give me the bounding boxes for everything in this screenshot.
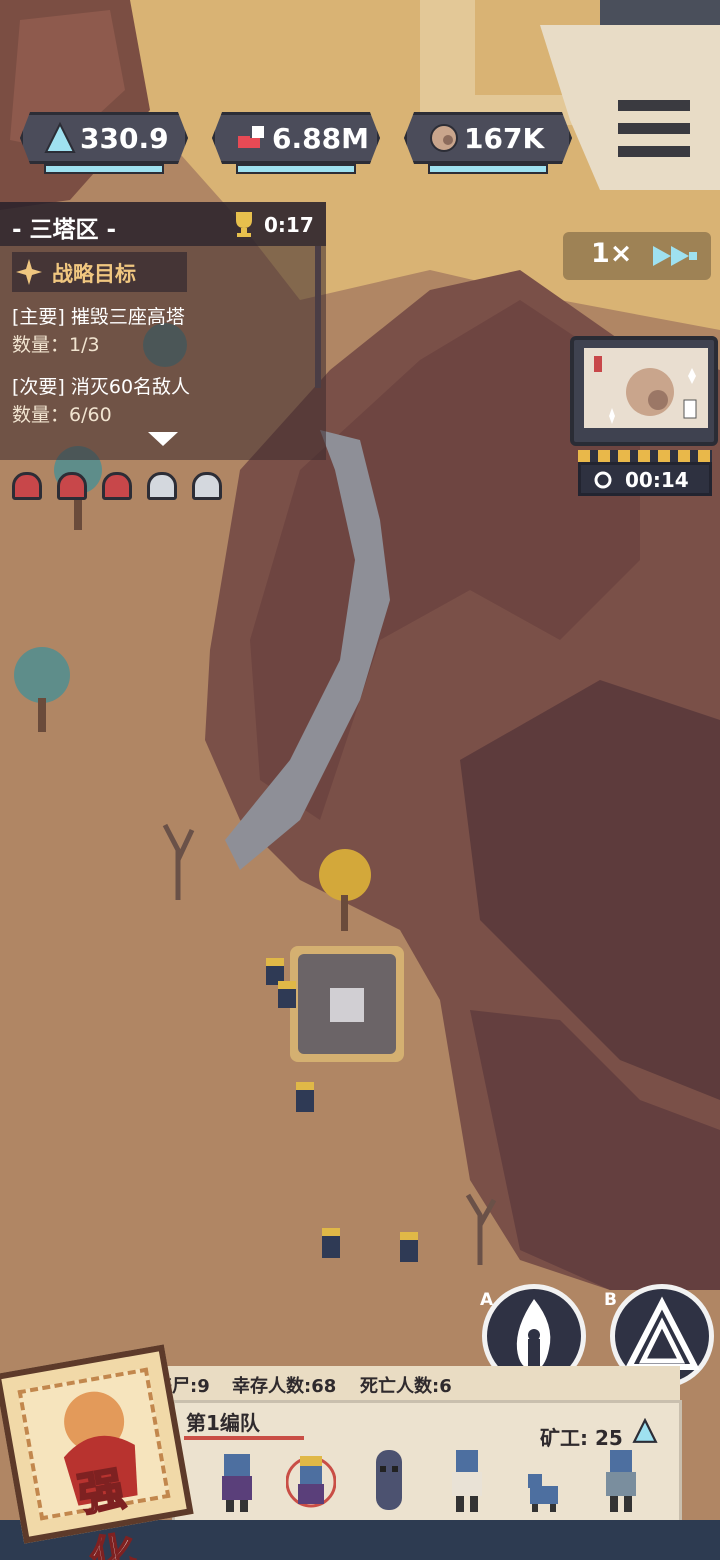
objective-primary-count: 数量：1/3 [12, 334, 100, 356]
fast-forward-icon [653, 246, 697, 266]
unit-slot-selected[interactable] [285, 1446, 337, 1516]
soldier-unit-icon [606, 1450, 636, 1512]
objective-scrollbar[interactable] [315, 246, 321, 388]
crystal-value: 330.9 [80, 122, 169, 155]
skill-a-tag: A [480, 1290, 494, 1310]
region-title: - 三塔区 - [12, 217, 117, 243]
event-timer-value: 00:14 [625, 468, 689, 492]
helmet-icon [192, 472, 222, 500]
gem-icon [238, 126, 264, 148]
unit-slot[interactable] [442, 1446, 492, 1516]
ghoul-unit-icon [376, 1450, 402, 1510]
unit-slot[interactable] [212, 1446, 262, 1516]
brute-unit-icon [452, 1450, 482, 1512]
target-icon [16, 259, 42, 285]
survivor-count: 幸存人数:68 [232, 1376, 337, 1397]
ore-value: 167K [464, 122, 545, 155]
squad-tab[interactable]: 第1编队 [186, 1407, 260, 1436]
speed-label: 1× [591, 238, 633, 269]
speed-button[interactable]: 1× [563, 232, 711, 280]
helmet-icon [102, 472, 132, 500]
unit-slot[interactable] [364, 1446, 414, 1516]
ore-icon [430, 124, 458, 152]
objective-header-label: 战略目标 [52, 262, 136, 286]
objective-panel: - 三塔区 - 0:17 战略目标 [主要] 摧毁三座高塔 数量：1/3 [次要… [0, 202, 326, 460]
expand-objectives-icon[interactable] [148, 432, 178, 446]
objective-primary: [主要] 摧毁三座高塔 [12, 306, 185, 328]
clock-icon [594, 471, 612, 489]
event-stripe [578, 450, 712, 462]
event-timer: 00:14 [578, 462, 712, 496]
dog-unit-icon [528, 1474, 558, 1512]
helmet-icon [12, 472, 42, 500]
death-count: 死亡人数:6 [360, 1376, 452, 1397]
unit-slot[interactable] [520, 1446, 570, 1516]
power-up-button[interactable]: 强化 [0, 1344, 194, 1560]
event-monitor[interactable] [570, 336, 718, 446]
resource-ore: 167K [404, 112, 572, 174]
stats-bar: 丧尸:9 幸存人数:68 死亡人数:6 [140, 1366, 680, 1400]
unit-slot[interactable] [596, 1446, 646, 1516]
resource-gems: 6.88M [212, 112, 380, 174]
objective-secondary: [次要] 消灭60名敌人 [12, 376, 191, 398]
resource-crystal: 330.9 [20, 112, 188, 174]
skill-b-tag: B [604, 1290, 617, 1310]
miner-unit-icon [285, 1456, 337, 1508]
objective-secondary-count: 数量：6/60 [12, 404, 112, 426]
helmet-icon [147, 472, 177, 500]
menu-icon [618, 100, 690, 111]
crystal-icon [632, 1418, 658, 1443]
gems-value: 6.88M [272, 122, 369, 155]
helmet-icon [57, 472, 87, 500]
stage-timer: 0:17 [264, 213, 314, 237]
menu-button[interactable] [610, 90, 700, 170]
crystal-icon [44, 121, 76, 153]
trophy-icon [236, 212, 252, 237]
objective-header: 战略目标 [12, 252, 187, 292]
zombie-unit-icon [222, 1454, 252, 1512]
ore-reward-icon [594, 356, 697, 424]
squad-tab-underline [184, 1436, 304, 1440]
